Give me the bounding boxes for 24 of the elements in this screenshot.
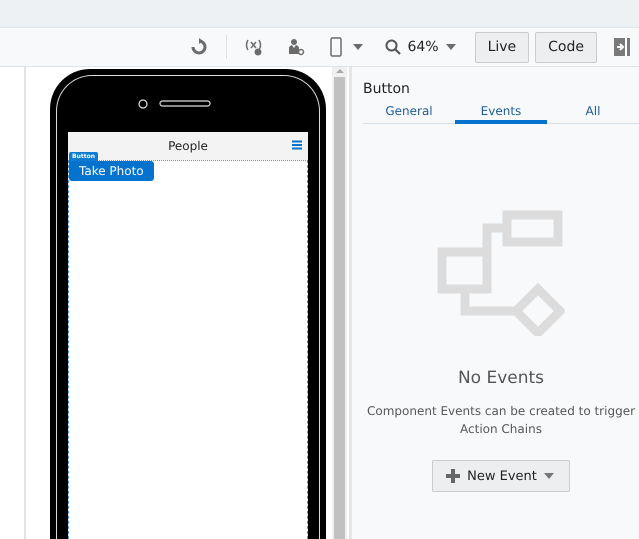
mode-button[interactable]: Live <box>474 32 530 62</box>
scrollbar[interactable] <box>332 67 347 539</box>
mode-button[interactable]: Code <box>535 32 597 62</box>
empty-state-title: No Events <box>458 368 544 388</box>
device-icon[interactable] <box>329 37 366 57</box>
user-settings-icon[interactable] <box>287 38 306 56</box>
tab[interactable]: Events <box>455 103 547 124</box>
empty-state-message: Component Events can be created to trigger Action Chains <box>366 403 636 438</box>
variable-icon[interactable] <box>245 38 264 56</box>
refresh-icon[interactable] <box>190 38 208 56</box>
search-icon <box>385 39 402 55</box>
panel-toggle-icon[interactable] <box>613 37 631 57</box>
new-event-button[interactable]: New Event <box>432 460 570 492</box>
tab[interactable]: General <box>363 103 455 124</box>
menu-icon[interactable] <box>292 140 302 150</box>
take-photo-button[interactable]: Take Photo <box>69 161 154 181</box>
panel-title: Button <box>363 81 411 97</box>
tab[interactable]: All <box>547 103 639 124</box>
caret-icon <box>542 471 555 481</box>
flowchart-icon <box>437 210 565 336</box>
plus-icon <box>445 468 462 484</box>
zoom-dropdown[interactable]: 64% <box>385 39 457 55</box>
page-title: People <box>168 139 208 153</box>
caret-icon <box>444 42 457 52</box>
